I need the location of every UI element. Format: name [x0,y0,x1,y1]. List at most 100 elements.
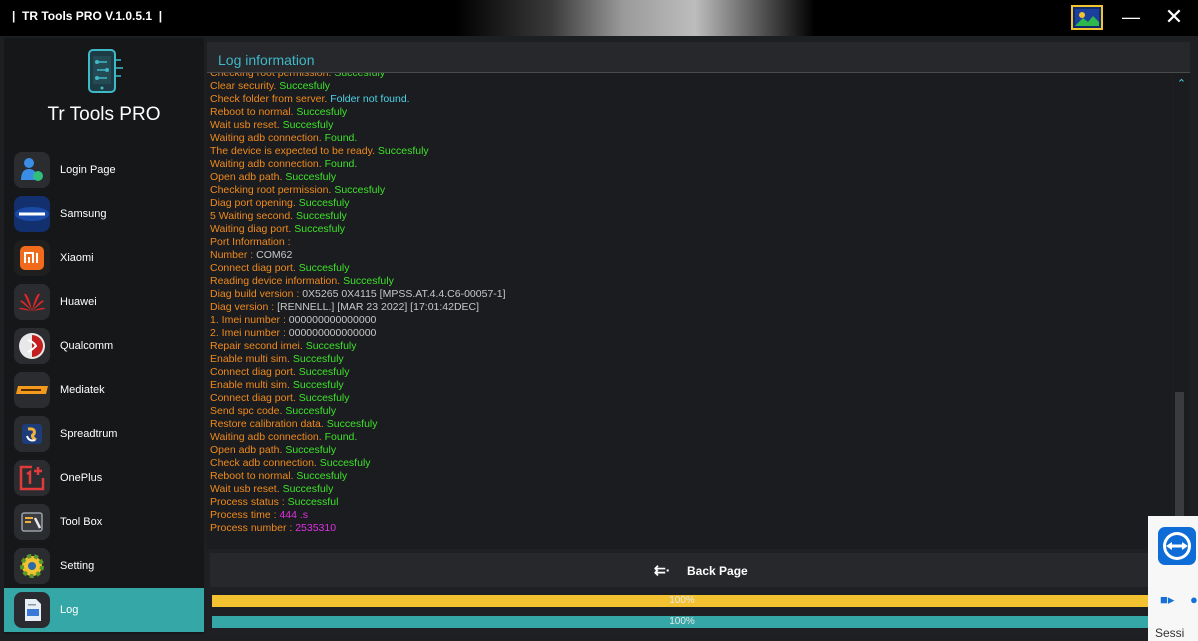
log-segment: Successful [287,496,339,508]
log-segment: Wait usb reset. [210,119,283,131]
sidebar-item-oneplus[interactable]: OnePlus [4,456,204,500]
log-segment: Waiting diag port. [210,223,295,235]
sidebar-item-label: Login Page [60,164,116,176]
log-segment: Succesfuly [334,73,386,79]
log-segment: Wait usb reset. [210,483,283,495]
log-segment: Diag version : [210,301,278,313]
sidebar-item-log[interactable]: Log [4,588,204,632]
sidebar-item-qualcomm[interactable]: Qualcomm [4,324,204,368]
log-segment: Folder not found. [330,93,410,105]
chevron-up-icon[interactable]: ⌃ [1173,77,1190,90]
log-segment: Succesfuly [319,457,371,469]
log-line: Process number : 2535310 [210,522,506,535]
microphone-icon[interactable]: ● [1190,592,1198,607]
teamviewer-icon[interactable] [1158,527,1196,565]
log-segment: Succesfuly [343,275,394,287]
log-header: Log information [207,42,1190,73]
log-segment: Found. [324,158,358,170]
log-segment: Open adb path. [210,444,286,456]
log-segment: [RENNELL.] [MAR 23 2022] [17:01:42DEC] [277,301,480,313]
sidebar-item-label: Mediatek [60,384,105,396]
user-icon [14,152,50,188]
log-segment: Succesfuly [285,405,337,417]
back-page-button[interactable]: ⇇· Back Page [210,553,1190,587]
sidebar-item-setting[interactable]: Setting [4,544,204,588]
log-line: Enable multi sim. Succesfuly [210,379,506,392]
spreadtrum-icon [14,416,50,452]
log-line: Send spc code. Succesfuly [210,405,506,418]
sidebar-item-label: Log [60,604,79,616]
main-panel: Log information Checking root permission… [207,42,1190,636]
video-camera-icon[interactable]: ■▸ [1160,592,1174,608]
log-segment: Succesfuly [377,145,429,157]
log-segment: Diag build version : [210,288,303,300]
xiaomi-icon [14,240,50,276]
log-segment: Succesfuly [296,210,347,222]
sidebar: Tr Tools PRO Login Page Samsung Xiaomi H… [4,38,204,634]
log-line: Restore calibration data. Succesfuly [210,418,506,431]
session-label: Sessi [1155,626,1185,640]
log-segment: Succesfuly [282,483,334,495]
teamviewer-panel[interactable]: ■▸ ● Sessi [1148,516,1198,641]
sidebar-item-login-page[interactable]: Login Page [4,148,204,192]
log-segment: Succesfuly [334,184,386,196]
log-segment: Succesfuly [292,379,344,391]
log-line: 1. Imei number : 000000000000000 [210,314,506,327]
log-segment: Waiting adb connection. [210,132,325,144]
log-line: 5 Waiting second. Succesfuly [210,210,506,223]
log-segment: 000000000000000 [288,314,377,326]
log-line: Connect diag port. Succesfuly [210,366,506,379]
close-button[interactable]: ✕ [1164,6,1184,28]
image-icon[interactable] [1071,5,1103,30]
progress-bar-secondary: 100% [212,616,1152,628]
log-line: Reading device information. Succesfuly [210,275,506,288]
gear-icon [14,548,50,584]
log-segment: Process time : [210,509,280,521]
log-segment: Clear security. [210,80,280,92]
log-line: Repair second imei. Succesfuly [210,340,506,353]
log-line: Waiting adb connection. Found. [210,132,506,145]
log-segment: Succesfuly [296,470,348,482]
log-line: Diag version : [RENNELL.] [MAR 23 2022] … [210,301,506,314]
log-line: Enable multi sim. Succesfuly [210,353,506,366]
sidebar-item-huawei[interactable]: Huawei [4,280,204,324]
sidebar-item-samsung[interactable]: Samsung [4,192,204,236]
progress-bar-primary: 100% [212,595,1152,607]
log-segment: Succesfuly [305,340,357,352]
log-scrollbar[interactable]: ⌃ [1173,73,1190,549]
log-line: Number : COM62 [210,249,506,262]
log-segment: Open adb path. [210,171,286,183]
log-line: The device is expected to be ready. Succ… [210,145,506,158]
back-page-label: Back Page [687,564,748,578]
log-segment: Waiting adb connection. [210,158,325,170]
log-output[interactable]: Checking root permission. Succesfuly Clea… [207,73,1172,549]
log-segment: Found. [324,431,358,443]
log-line: Wait usb reset. Succesfuly [210,483,506,496]
log-line: Checking root permission. Succesfuly [210,184,506,197]
log-line: Waiting diag port. Succesfuly [210,223,506,236]
log-line: Check folder from server. Folder not fou… [210,93,506,106]
sidebar-item-tool-box[interactable]: Tool Box [4,500,204,544]
sidebar-item-xiaomi[interactable]: Xiaomi [4,236,204,280]
log-segment: Enable multi sim. [210,353,293,365]
log-segment: 1. Imei number : [210,314,289,326]
log-segment: Reading device information. [210,275,344,287]
minimize-button[interactable]: — [1121,8,1141,26]
log-segment: Waiting adb connection. [210,431,325,443]
sidebar-item-spreadtrum[interactable]: Spreadtrum [4,412,204,456]
progress-text: 100% [669,595,695,606]
progress-text: 100% [669,616,695,627]
oneplus-icon [14,460,50,496]
samsung-icon [14,196,50,232]
log-line: Reboot to normal. Succesfuly [210,106,506,119]
log-icon [14,592,50,628]
log-line: Waiting adb connection. Found. [210,158,506,171]
log-segment: Send spc code. [210,405,286,417]
sidebar-item-label: Spreadtrum [60,428,118,440]
sidebar-item-mediatek[interactable]: Mediatek [4,368,204,412]
log-segment: 0X5265 0X4115 [MPSS.AT.4.4.C6-00057-1] [302,288,506,300]
log-segment: Found. [324,132,358,144]
log-segment: Succesfuly [285,444,337,456]
log-segment: Connect diag port. [210,366,299,378]
window-title: | TR Tools PRO V.1.0.5.1 | [12,9,163,23]
